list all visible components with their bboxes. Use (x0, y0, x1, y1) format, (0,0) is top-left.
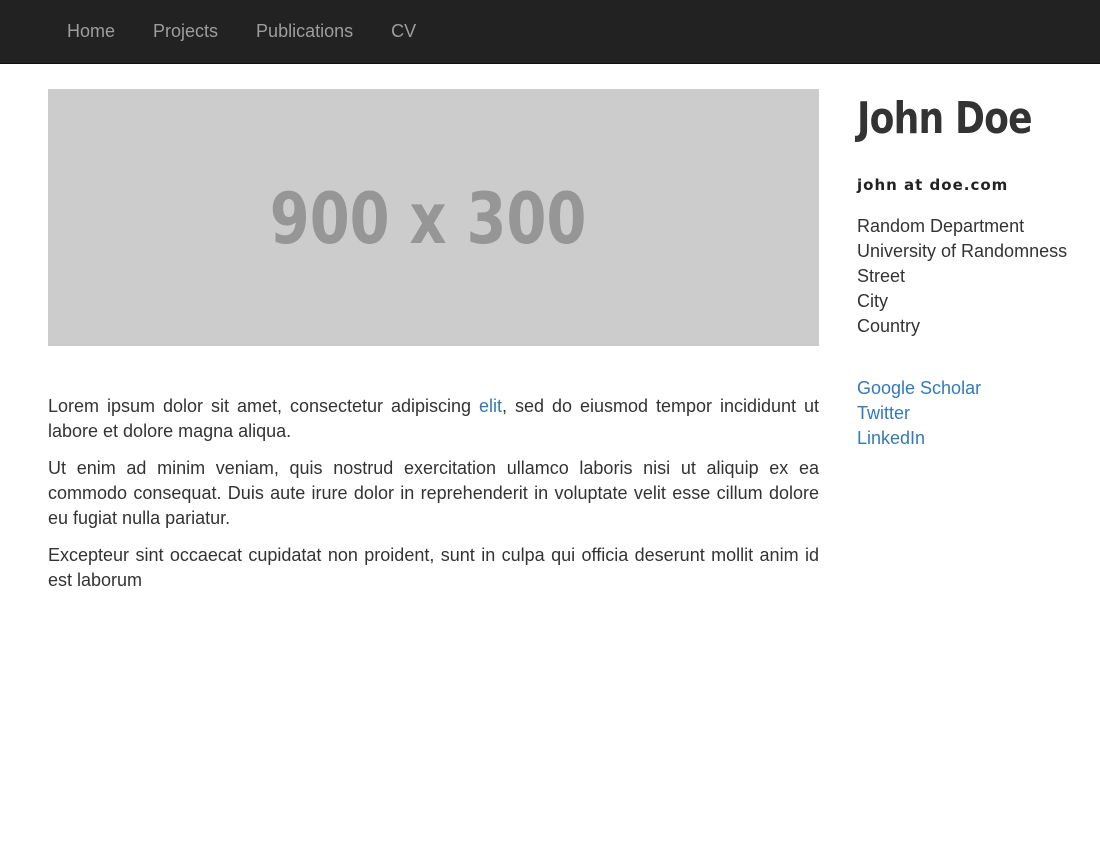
main-content: Lorem ipsum dolor sit amet, consectetur … (48, 394, 819, 605)
address-city: City (857, 291, 888, 311)
paragraph-3: Excepteur sint occaecat cupidatat non pr… (48, 545, 819, 590)
profile-sidebar: John Doe john at doe.com Random Departme… (857, 89, 1100, 451)
twitter-link[interactable]: Twitter (857, 401, 1100, 426)
profile-links: Google Scholar Twitter LinkedIn (857, 376, 1100, 451)
address-street: Street (857, 266, 906, 286)
linkedin-link[interactable]: LinkedIn (857, 426, 1100, 451)
nav-item-cv[interactable]: CV (372, 0, 435, 63)
intro-paragraph: Lorem ipsum dolor sit amet, consectetur … (48, 394, 819, 444)
address-department: Random Department (857, 216, 1025, 236)
placeholder-label: 900 x 300 (270, 177, 587, 260)
paragraph-text: Lorem ipsum dolor sit amet, consectetur … (48, 396, 479, 416)
top-navbar: Home Projects Publications CV (0, 0, 1100, 64)
elit-link[interactable]: elit (479, 396, 502, 416)
profile-name: John Doe (857, 93, 1033, 144)
nav-menu: Home Projects Publications CV (48, 0, 435, 63)
paragraph-2: Ut enim ad minim veniam, quis nostrud ex… (48, 458, 819, 528)
address-country: Country (857, 316, 921, 336)
address-university: University of Randomness (857, 241, 1068, 261)
nav-item-publications[interactable]: Publications (237, 0, 372, 63)
profile-email: john at doe.com (857, 176, 1009, 194)
address-block: Random Department University of Randomne… (857, 214, 1100, 339)
google-scholar-link[interactable]: Google Scholar (857, 376, 1100, 401)
hero-placeholder-image: 900 x 300 (48, 89, 819, 346)
nav-item-home[interactable]: Home (48, 0, 134, 63)
nav-item-projects[interactable]: Projects (134, 0, 237, 63)
